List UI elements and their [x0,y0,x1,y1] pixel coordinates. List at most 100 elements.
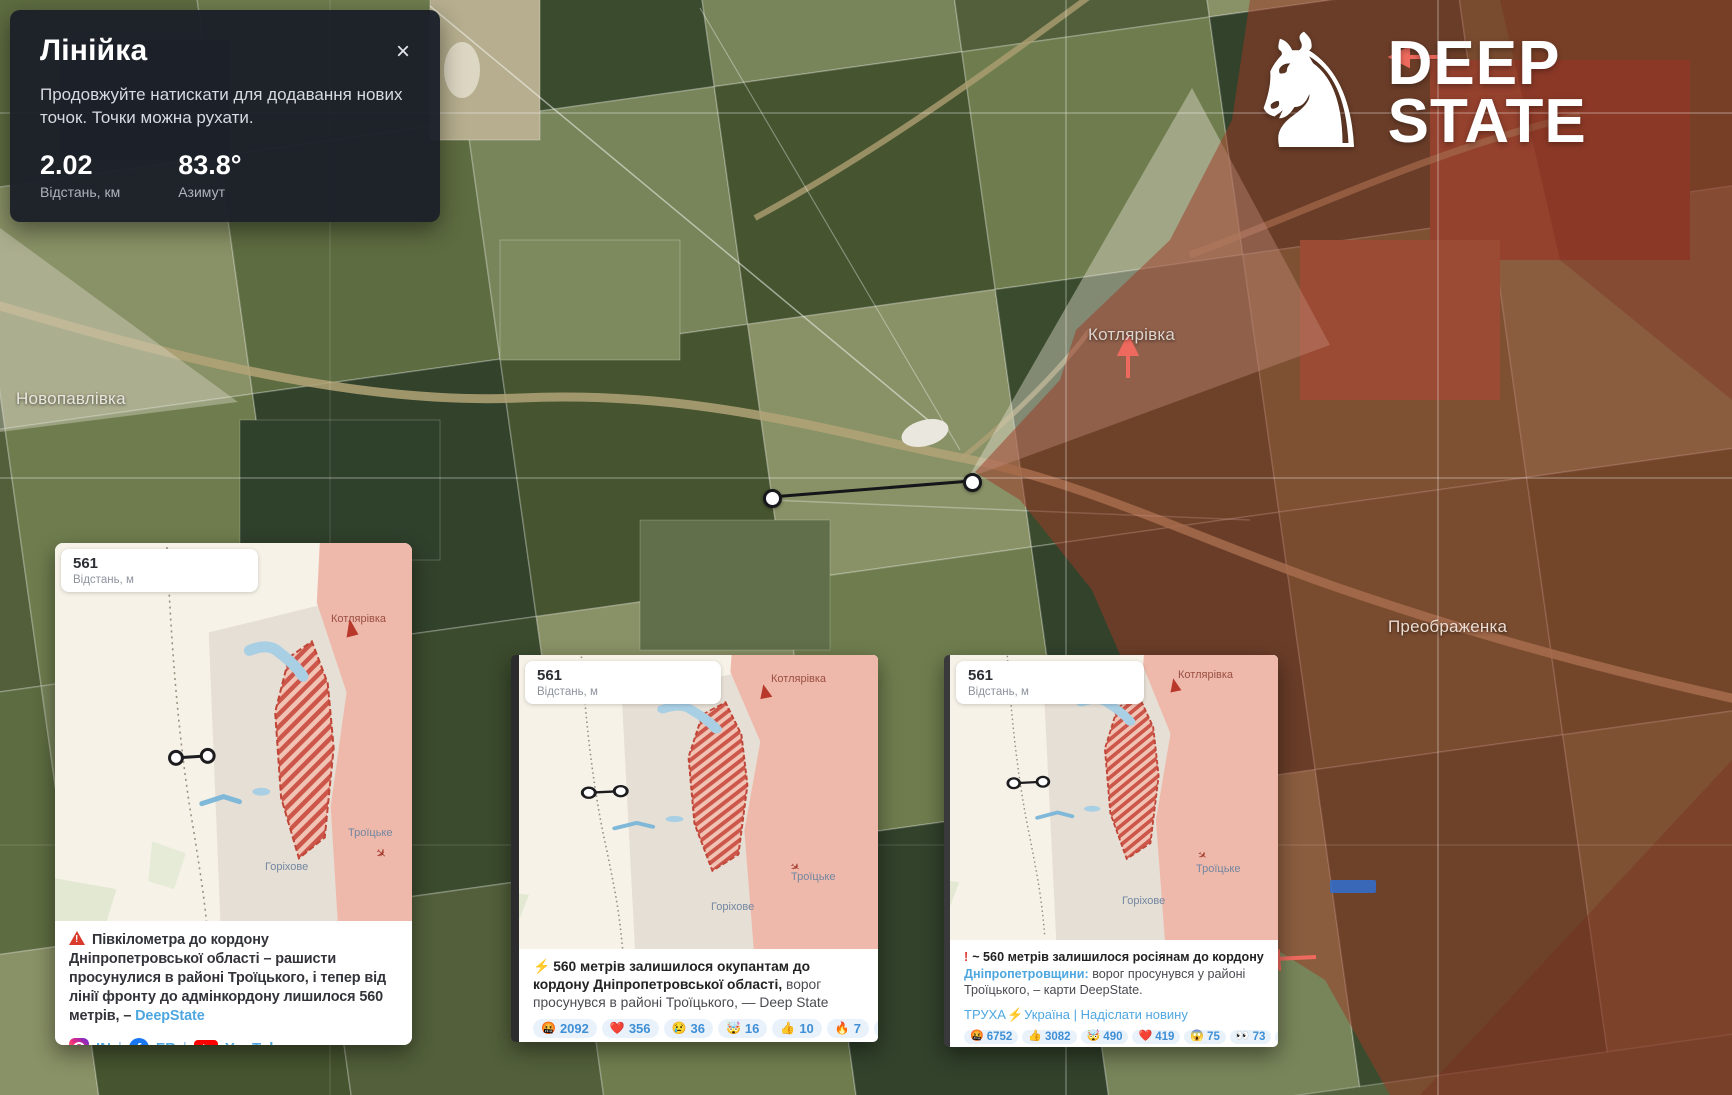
mini-label-troitske: Троїцьке [1196,863,1240,875]
mini-map: ✈ 561 Відстань, м Котлярівка Троїцьке Го… [950,655,1278,940]
mini-map-distance-box: 561 Відстань, м [61,549,258,592]
distance-value: 2.02 [40,150,120,181]
reaction-pill[interactable]: 🔥7 [827,1019,869,1038]
channel-link[interactable]: ТРУХА [964,1007,1006,1022]
azimuth-label: Азимут [178,184,241,200]
ruler-panel-title: Лінійка [40,34,147,68]
mini-label-kotliarivka: Котлярівка [331,613,386,625]
reaction-emoji: 👍 [780,1022,795,1034]
reaction-pill[interactable]: 😢36 [664,1019,713,1038]
reaction-count: 36 [690,1021,704,1036]
azimuth-stat: 83.8° Азимут [178,150,241,200]
youtube-link[interactable]: YouTube [225,1040,287,1045]
warning-icon [69,931,85,945]
reaction-pill[interactable]: 😱75 [1184,1030,1226,1044]
mini-distance-label: Відстань, м [537,686,709,698]
reaction-count: 10 [799,1021,813,1036]
azimuth-value: 83.8° [178,150,241,181]
reaction-count: 7 [854,1021,861,1036]
reaction-emoji: 🤬 [970,1031,984,1042]
lightning-icon: ⚡ [533,959,550,974]
reaction-pill[interactable]: ❤️ 356 [602,1019,659,1038]
reaction-emoji: 🔥 [835,1022,850,1034]
reaction-emoji: 👍 [1028,1031,1042,1042]
mini-label-troitske: Троїцьке [348,827,392,839]
region-link[interactable]: Дніпропетровщини: [964,967,1089,981]
reaction-pill[interactable]: 😢57 [1275,1030,1278,1044]
mini-label-horikhove: Горіхове [265,861,308,873]
reaction-pill[interactable]: 🤬6752 [964,1030,1018,1044]
mini-label-kotliarivka: Котлярівка [771,673,826,685]
instagram-icon[interactable] [69,1038,89,1045]
post-text-bold: 560 метрів залишилося окупантам до кордо… [533,959,810,992]
reactions-row: 🤬6752 👍3082 🤯490 ❤️419 😱75 👀73 😢57 [964,1030,1264,1044]
deepstate-link[interactable]: DeepState [135,1008,204,1024]
distance-stat: 2.02 Відстань, км [40,150,120,200]
reaction-count: 419 [1155,1031,1174,1043]
reaction-count: 73 [1253,1031,1266,1043]
knight-icon: ♞ [1238,18,1380,168]
reaction-pill[interactable]: 🤯490 [1081,1030,1129,1044]
close-icon[interactable]: × [392,38,414,66]
instagram-link[interactable]: IN [96,1040,111,1045]
reaction-emoji: ❤️ [1138,1031,1152,1042]
map-label-novopavlivka: Новопавлівка [16,389,126,409]
reaction-pill[interactable]: 👍 10 [772,1019,821,1038]
reaction-pill[interactable]: 👀1 [874,1019,878,1038]
reaction-count: 2092 [560,1021,589,1036]
mini-map-distance-box: 561 Відстань, м [525,661,721,704]
reaction-emoji: 🤯 [1087,1031,1101,1042]
ruler-description: Продовжуйте натискати для додавання нови… [40,84,410,130]
reaction-count: 490 [1103,1031,1122,1043]
youtube-icon[interactable] [194,1040,218,1045]
mini-label-horikhove: Горіхове [1122,895,1165,907]
post-card-deepstate: ✈ 561 Відстань, м Котлярівка Троїцьке Го… [55,543,412,1045]
deepstate-logo: ♞ DEEP STATE [1238,18,1587,168]
reaction-count: 6752 [987,1031,1013,1043]
mini-distance-value: 561 [968,667,1132,684]
mini-label-troitske: Троїцьке [791,871,835,883]
ruler-panel: Лінійка × Продовжуйте натискати для дода… [10,10,440,222]
reaction-emoji: 🤬 [541,1022,556,1034]
map-label-preobrazhenka: Преображенка [1388,617,1507,637]
reaction-emoji: ❤️ [610,1022,625,1034]
separator: | [1074,1007,1077,1022]
mini-map-graphic: ✈ [55,543,412,921]
reaction-pill[interactable]: 👀73 [1230,1030,1272,1044]
reaction-count: 356 [629,1021,651,1036]
separator: | [118,1040,122,1045]
logo-line-state: STATE [1388,87,1587,156]
social-links-row: IN | f FB | YouTube [69,1038,398,1045]
reaction-emoji: 👀 [1236,1031,1250,1042]
reaction-count: 3082 [1045,1031,1071,1043]
exclamation-icon: ! [964,950,968,964]
channel-country-link[interactable]: Україна [1024,1007,1070,1022]
reactions-row: 🤬2092 ❤️356 😢36 🤯16 👍10 🔥7 👀1 [533,1019,864,1038]
post-text-main: Півкілометра до кордону Дніпропетровсько… [69,932,386,1024]
mini-distance-label: Відстань, м [73,574,246,586]
post-text-bold: ~ 560 метрів залишилося росіянам до корд… [972,950,1264,964]
post-text: ! ~ 560 метрів залишилося росіянам до кор… [964,949,1264,999]
facebook-link[interactable]: FB [156,1040,176,1045]
post-text: ⚡560 метрів залишилося окупантам до корд… [533,958,864,1012]
mini-label-horikhove: Горіхове [711,901,754,913]
reaction-pill[interactable]: 👍3082 [1022,1030,1076,1044]
facebook-icon[interactable]: f [129,1038,149,1045]
post-card-telegram-2: ✈ 561 Відстань, м Котлярівка Троїцьке Го… [944,655,1278,1047]
logo-text: DEEP STATE [1388,35,1587,152]
reaction-emoji: 😢 [672,1022,687,1034]
ruler-point-end[interactable] [963,473,982,492]
post-card-telegram-1: ✈ 561 Відстань, м Котлярівка Троїцьке Го… [511,655,878,1042]
submit-news-link[interactable]: Надіслати новину [1081,1007,1188,1022]
reaction-pill[interactable]: 🤬 2092 [533,1019,597,1038]
reaction-emoji: 🤯 [726,1022,741,1034]
reaction-count: 16 [745,1021,759,1036]
lightning-icon: ⚡ [1007,1007,1023,1022]
reaction-emoji: 😱 [1190,1031,1204,1042]
reaction-pill[interactable]: 🤯 16 [718,1019,767,1038]
mini-distance-label: Відстань, м [968,686,1132,698]
reaction-pill[interactable]: ❤️419 [1132,1030,1180,1044]
reaction-count: 75 [1207,1031,1220,1043]
ruler-point-start[interactable] [763,489,782,508]
map-label-kotliarivka: Котлярівка [1088,325,1175,345]
